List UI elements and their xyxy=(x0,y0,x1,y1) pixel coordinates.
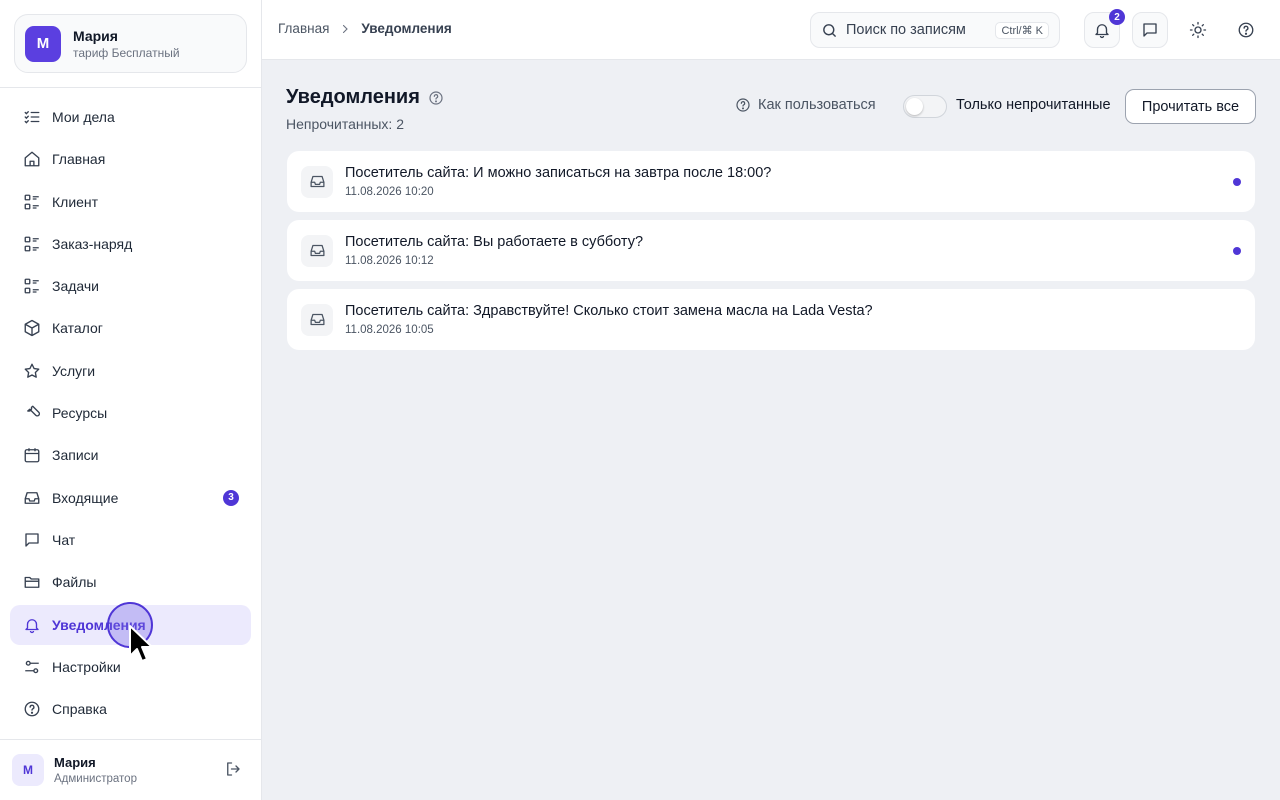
sidebar-item-files[interactable]: Файлы xyxy=(10,562,251,602)
chat-button[interactable] xyxy=(1132,12,1168,48)
list-grid-icon xyxy=(22,192,42,212)
sidebar-item-catalog[interactable]: Каталог xyxy=(10,308,251,348)
notification-message: Посетитель сайта: Вы работаете в субботу… xyxy=(345,233,644,250)
search-shortcut: Ctrl/⌘ K xyxy=(995,21,1049,39)
sidebar-item-bookings[interactable]: Записи xyxy=(10,435,251,475)
how-to-use-label: Как пользоваться xyxy=(758,97,876,113)
user-name: Мария xyxy=(54,754,96,770)
sidebar-item-label: Файлы xyxy=(52,574,97,591)
account-avatar: М xyxy=(25,25,61,62)
sidebar-item-my-tasks[interactable]: Мои дела xyxy=(10,97,251,137)
sidebar-item-services[interactable]: Услуги xyxy=(10,351,251,391)
top-bar: Главная Уведомления Поиск по записям Ctr… xyxy=(262,0,1280,60)
unread-only-label: Только непрочитанные xyxy=(956,97,1111,113)
sidebar-item-inbox[interactable]: Входящие 3 xyxy=(10,478,251,518)
mark-all-read-button[interactable]: Прочитать все xyxy=(1125,89,1256,124)
chat-icon xyxy=(1141,21,1159,39)
notification-message: Посетитель сайта: Здравствуйте! Сколько … xyxy=(345,302,873,319)
chevron-right-icon xyxy=(339,23,351,35)
sidebar: М Мария тариф Бесплатный Мои дела Главна… xyxy=(0,0,262,800)
unread-dot xyxy=(1233,247,1241,255)
sun-icon xyxy=(1189,21,1207,39)
sidebar-item-label: Заказ-наряд xyxy=(52,235,133,252)
breadcrumb: Главная Уведомления xyxy=(278,21,452,36)
search-placeholder: Поиск по записям xyxy=(846,22,966,38)
notification-time: 11.08.2026 10:12 xyxy=(345,254,434,267)
help-circle-icon xyxy=(22,699,42,719)
sliders-icon xyxy=(22,657,42,677)
sidebar-item-label: Задачи xyxy=(52,278,100,295)
inbox-icon xyxy=(301,303,333,336)
inbox-count-badge: 3 xyxy=(223,489,239,506)
sidebar-item-label: Услуги xyxy=(52,362,96,379)
how-to-use-link[interactable]: Как пользоваться xyxy=(735,97,876,113)
notification-item[interactable]: Посетитель сайта: Вы работаете в субботу… xyxy=(287,220,1255,281)
box-icon xyxy=(22,318,42,338)
inbox-icon xyxy=(22,488,42,508)
notification-item[interactable]: Посетитель сайта: Здравствуйте! Сколько … xyxy=(287,289,1255,350)
theme-toggle-button[interactable] xyxy=(1180,12,1216,48)
sidebar-item-label: Мои дела xyxy=(52,109,115,125)
mouse-cursor-icon xyxy=(129,625,153,662)
search-icon xyxy=(821,22,838,39)
notification-time: 11.08.2026 10:05 xyxy=(345,323,434,336)
divider xyxy=(0,739,261,740)
help-button[interactable] xyxy=(1228,12,1264,48)
notification-item[interactable]: Посетитель сайта: И можно записаться на … xyxy=(287,151,1255,212)
sidebar-item-label: Настройки xyxy=(52,658,121,675)
sidebar-item-label: Входящие xyxy=(52,489,119,506)
breadcrumb-current: Уведомления xyxy=(361,21,452,36)
sidebar-item-help[interactable]: Справка xyxy=(10,689,251,729)
sidebar-item-home[interactable]: Главная xyxy=(10,139,251,179)
bell-icon xyxy=(1093,21,1111,39)
sidebar-item-work-order[interactable]: Заказ-наряд xyxy=(10,224,251,264)
help-circle-icon xyxy=(1237,21,1255,39)
toggle-knob xyxy=(906,98,923,115)
sidebar-item-label: Главная xyxy=(52,151,106,168)
logout-icon[interactable] xyxy=(224,760,244,780)
sidebar-item-tasks[interactable]: Задачи xyxy=(10,266,251,306)
unread-only-toggle[interactable] xyxy=(903,95,947,118)
help-circle-icon[interactable] xyxy=(428,90,444,106)
chat-icon xyxy=(22,530,42,550)
sidebar-item-label: Чат xyxy=(52,531,76,548)
unread-count: Непрочитанных: 2 xyxy=(286,116,404,132)
breadcrumb-home[interactable]: Главная xyxy=(278,21,329,36)
divider xyxy=(0,87,261,88)
sidebar-item-client[interactable]: Клиент xyxy=(10,182,251,222)
calendar-icon xyxy=(22,445,42,465)
notifications-button[interactable]: 2 xyxy=(1084,9,1125,48)
page-title: Уведомления xyxy=(286,86,420,108)
sidebar-item-label: Справка xyxy=(52,701,107,718)
account-switcher[interactable]: М Мария тариф Бесплатный xyxy=(14,14,247,73)
user-role: Администратор xyxy=(54,772,137,785)
folder-icon xyxy=(22,572,42,592)
sidebar-item-label: Каталог xyxy=(52,320,103,337)
sidebar-item-label: Ресурсы xyxy=(52,405,108,422)
help-circle-icon xyxy=(735,97,751,113)
home-icon xyxy=(22,149,42,169)
sidebar-item-label: Клиент xyxy=(52,193,99,210)
sidebar-item-label: Записи xyxy=(52,447,99,464)
unread-dot xyxy=(1233,178,1241,186)
account-name: Мария xyxy=(73,27,118,44)
list-grid-icon xyxy=(22,234,42,254)
list-checks-icon xyxy=(22,107,42,127)
list-grid-icon xyxy=(22,276,42,296)
search-input[interactable]: Поиск по записям Ctrl/⌘ K xyxy=(810,12,1060,48)
avatar: М xyxy=(12,754,44,786)
star-icon xyxy=(22,361,42,381)
page-title-row: Уведомления xyxy=(286,86,444,109)
sidebar-item-chat[interactable]: Чат xyxy=(10,520,251,560)
wrench-icon xyxy=(22,403,42,423)
inbox-icon xyxy=(301,165,333,198)
sidebar-item-resources[interactable]: Ресурсы xyxy=(10,393,251,433)
notifications-count-badge: 2 xyxy=(1109,9,1125,25)
notification-time: 11.08.2026 10:20 xyxy=(345,185,434,198)
current-user: М Мария Администратор xyxy=(12,752,252,788)
account-plan: тариф Бесплатный xyxy=(73,45,180,60)
bell-icon xyxy=(22,615,42,635)
inbox-icon xyxy=(301,234,333,267)
notification-message: Посетитель сайта: И можно записаться на … xyxy=(345,164,772,181)
